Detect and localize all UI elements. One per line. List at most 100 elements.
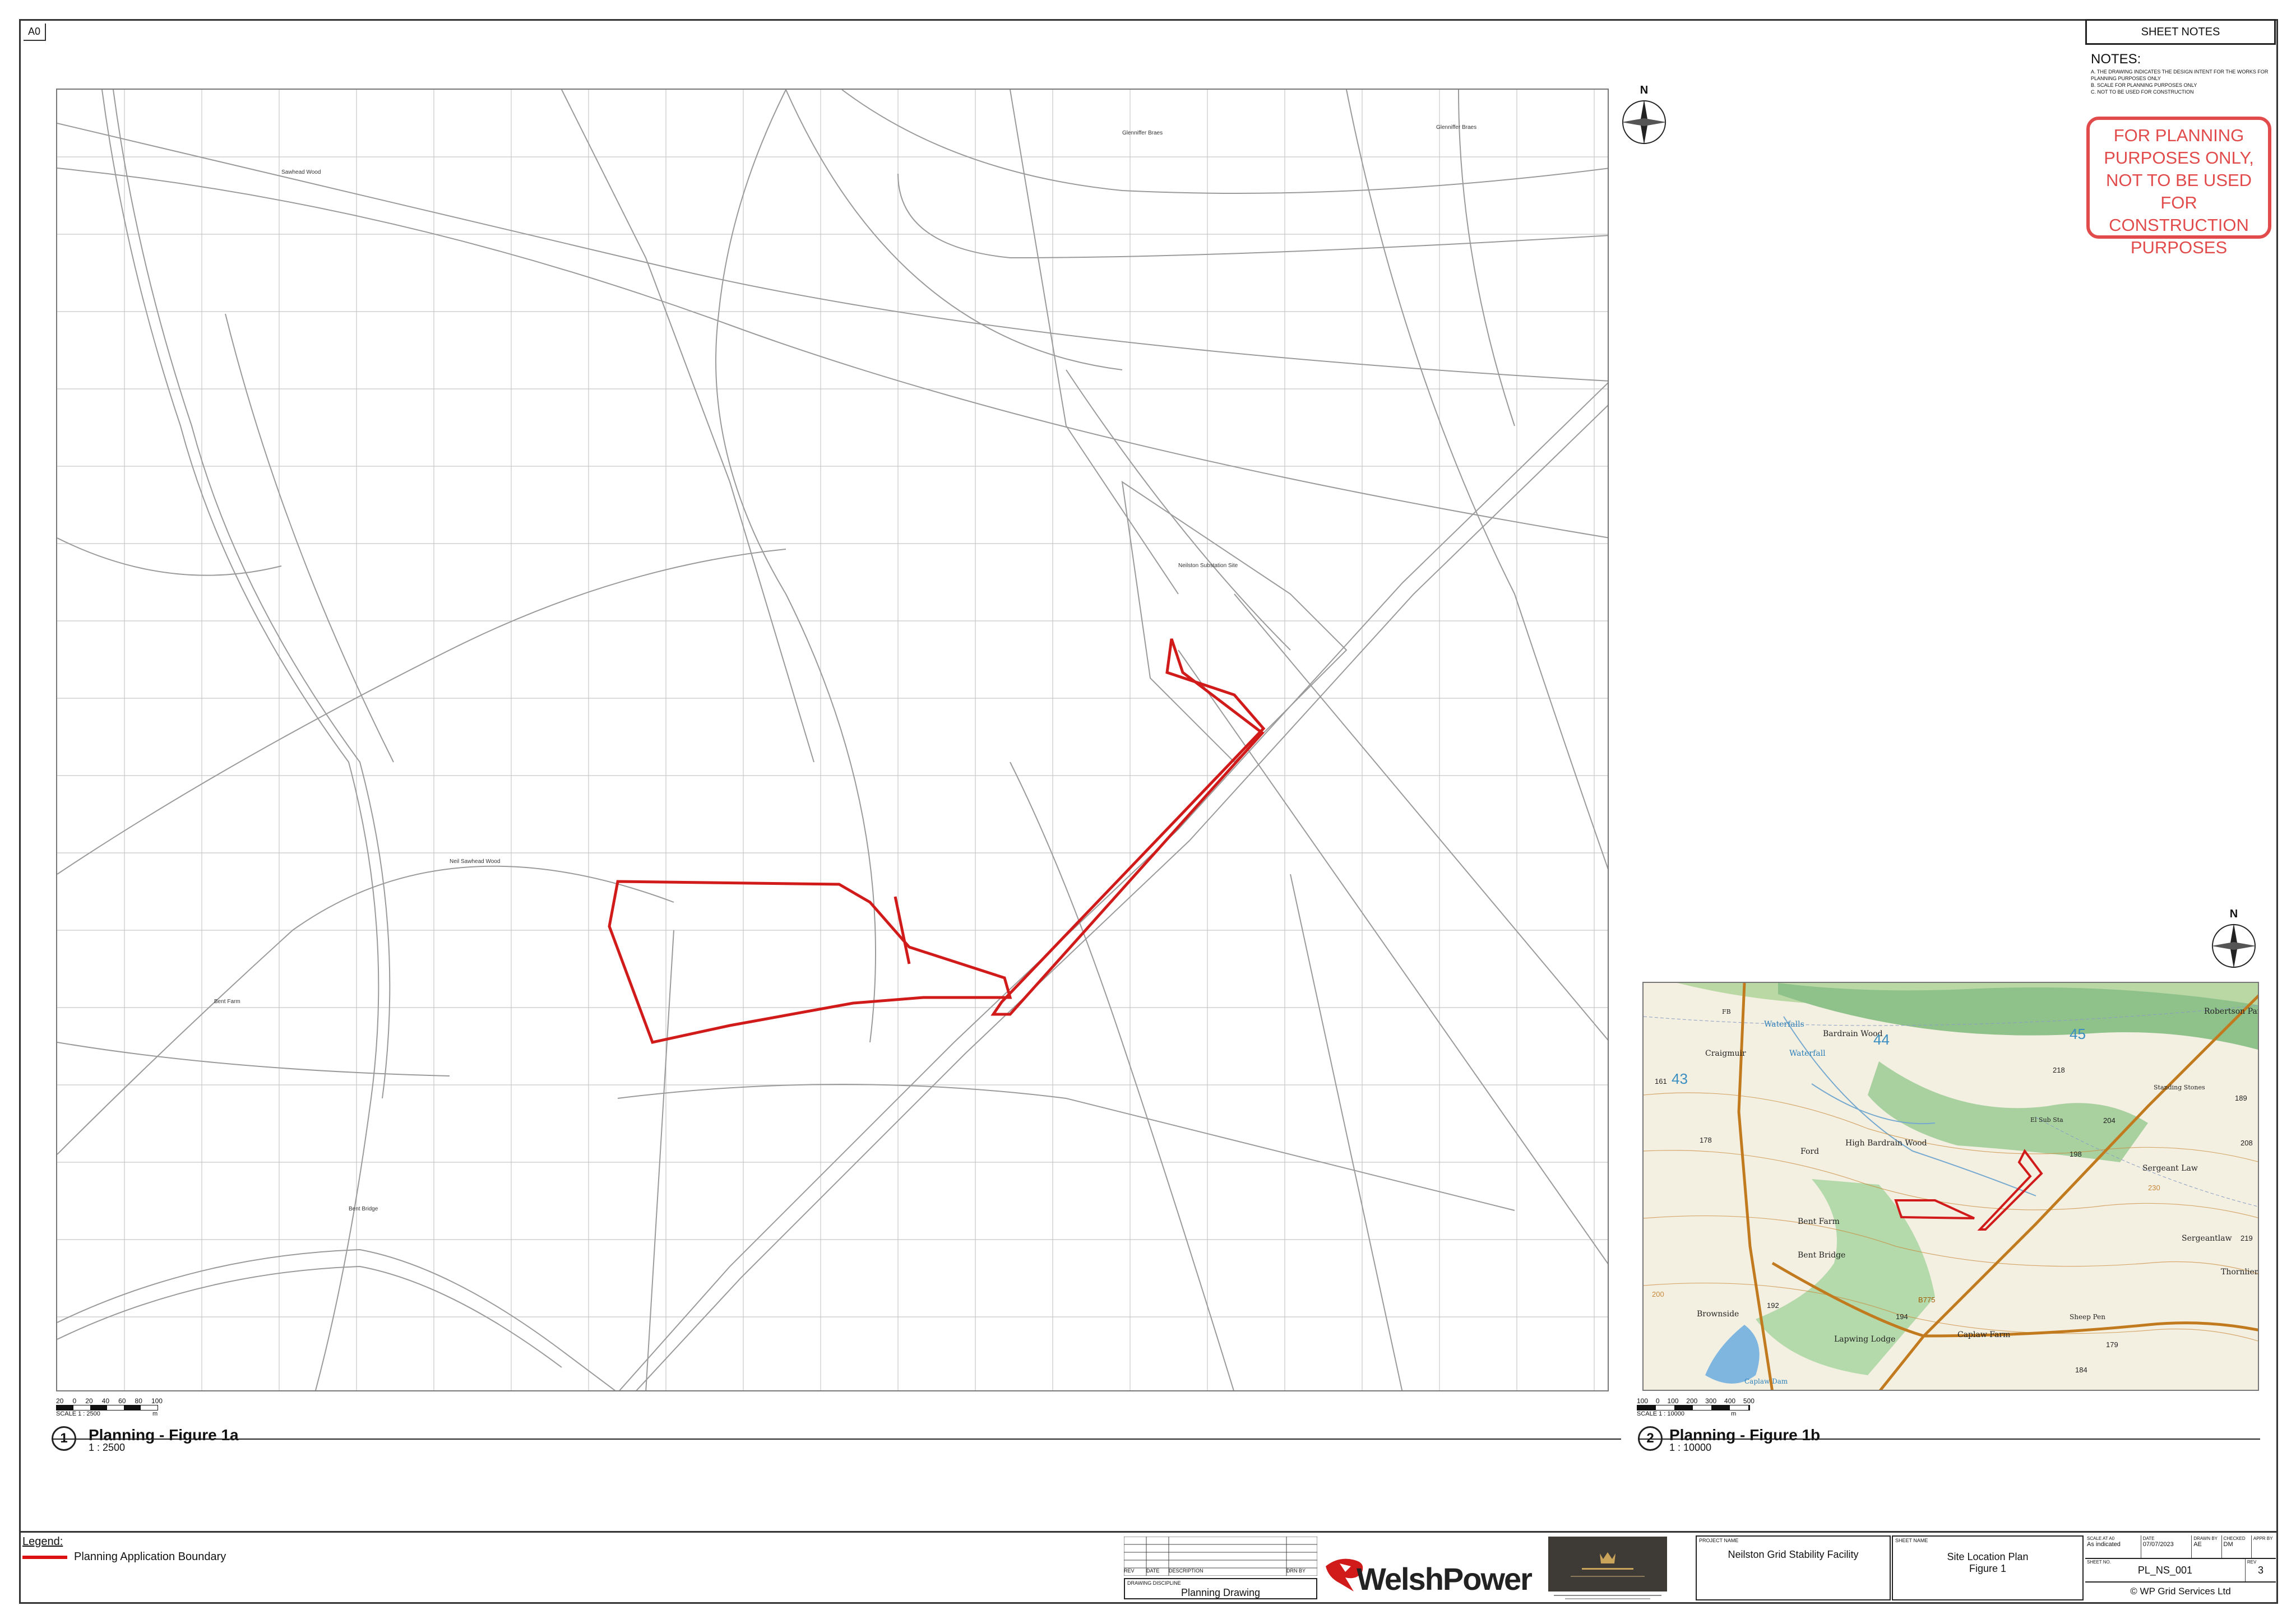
scale-tick: 0 [1655, 1397, 1660, 1405]
map-linework [57, 90, 1608, 1390]
scale-tick: 100 [1667, 1397, 1679, 1405]
info-label: REV [2247, 1560, 2257, 1565]
info-sheet-no-cell: SHEET NO. PL_NS_001 [2085, 1559, 2246, 1581]
info-label: APPR BY [2253, 1536, 2273, 1541]
stamp-line: FOR PLANNING [2113, 126, 2244, 145]
revision-headers: REV DATE DESCRIPTION DRN BY [1124, 1568, 1317, 1574]
project-label: PROJECT NAME [1699, 1538, 1739, 1543]
map-label: Brownside [1697, 1310, 1739, 1319]
rev-header: DRN BY [1286, 1568, 1306, 1574]
scale-tick: 500 [1743, 1397, 1755, 1405]
info-label: DRAWN BY [2193, 1536, 2218, 1541]
map-label: Thornliemu [2221, 1268, 2259, 1277]
map-label: High Bardrain Wood [1845, 1139, 1927, 1148]
spot-height: 204 [2103, 1116, 2116, 1125]
info-value: 07/07/2023 [2142, 1541, 2174, 1548]
scale-tick: 100 [1637, 1397, 1649, 1405]
spot-height: 218 [2053, 1066, 2065, 1074]
spot-height: 219 [2241, 1234, 2253, 1242]
scale-bar-1b: 100 0 100 200 300 400 500 SCALE 1 : 1000… [1637, 1397, 1805, 1417]
north-label: N [1640, 84, 1649, 96]
planning-boundary-1a [608, 638, 1266, 1044]
client-name-part2: Power [1442, 1561, 1533, 1597]
info-value: DM [2223, 1541, 2233, 1548]
revision-number: 3 [2257, 1565, 2263, 1576]
map-label: Caplaw Farm [1957, 1330, 2010, 1339]
sheet-name-line1: Site Location Plan [1947, 1551, 2029, 1562]
scale-tick: 0 [72, 1397, 77, 1405]
map-label: Sergeant Law [2142, 1164, 2198, 1173]
view-scale: 1 : 2500 [89, 1442, 126, 1453]
info-checked-cell: CHECKED DM [2222, 1535, 2252, 1558]
note-item: A. THE DRAWING INDICATES THE DESIGN INTE… [2091, 69, 2269, 81]
map-label: Ford [1800, 1147, 1819, 1156]
notes-list: A. THE DRAWING INDICATES THE DESIGN INTE… [2091, 68, 2276, 95]
sheet-number: PL_NS_001 [2137, 1565, 2192, 1576]
compass-icon [2211, 924, 2256, 968]
stamp-line: PURPOSES ONLY, [2104, 148, 2254, 168]
note-item: C. NOT TO BE USED FOR CONSTRUCTION [2091, 89, 2194, 95]
scale-tick: 300 [1705, 1397, 1717, 1405]
map-label: Bent Bridge [1798, 1251, 1845, 1260]
map-label: Craigmuir [1705, 1049, 1746, 1058]
legend-title: Legend: [22, 1535, 63, 1548]
sheet-name-label: SHEET NAME [1895, 1538, 1928, 1543]
client-logo: WelshPower [1323, 1544, 1536, 1600]
info-value: As indicated [2087, 1541, 2121, 1548]
north-arrow-1a: N [1619, 84, 1669, 151]
sheet-name-box: SHEET NAME Site Location Plan Figure 1 [1892, 1535, 2084, 1600]
map-label: Neilston Substation Site [1178, 563, 1238, 569]
project-name-box: PROJECT NAME Neilston Grid Stability Fac… [1696, 1535, 1891, 1600]
revision-table: REV DATE DESCRIPTION DRN BY DRAWING DISC… [1123, 1536, 1318, 1599]
info-label: CHECKED [2223, 1536, 2246, 1541]
map-label: Waterfall [1789, 1049, 1826, 1058]
info-label: SHEET NO. [2087, 1560, 2111, 1565]
note-item: B. SCALE FOR PLANNING PURPOSES ONLY [2091, 82, 2197, 88]
scale-tick: 80 [135, 1397, 142, 1405]
map-figure-1b[interactable]: Bardrain Wood Robertson Park Waterfalls … [1642, 982, 2259, 1391]
scale-caption: SCALE 1 : 10000 [1637, 1410, 1685, 1417]
map-label: Standing Stones [2154, 1084, 2205, 1091]
scale-unit: m [1731, 1410, 1737, 1417]
info-scale-cell: SCALE AT A0 As indicated [2085, 1535, 2141, 1558]
north-label: N [2229, 908, 2238, 920]
copyright: © WP Grid Services Ltd [2130, 1586, 2231, 1597]
road-label: B775 [1918, 1296, 1935, 1304]
crown-icon [1571, 1552, 1645, 1577]
spot-height: 161 [1655, 1077, 1667, 1085]
drawing-info: SCALE AT A0 As indicated DATE 07/07/2023… [2085, 1535, 2276, 1600]
rev-header: DATE [1146, 1568, 1160, 1574]
legend-label: Planning Application Boundary [74, 1551, 226, 1563]
scale-tick: 40 [101, 1397, 109, 1405]
map-figure-1a-labels: Glenniffer Braes Glenniffer Braes Sawhea… [214, 124, 1476, 1212]
scale-tick: 60 [118, 1397, 126, 1405]
info-drawn-cell: DRAWN BY AE [2192, 1535, 2222, 1558]
map-label: Sawhead Wood [281, 169, 321, 175]
map-figure-1a[interactable]: Glenniffer Braes Glenniffer Braes Sawhea… [56, 89, 1609, 1391]
spot-height: 184 [2075, 1366, 2087, 1374]
scale-caption: SCALE 1 : 2500 [56, 1410, 100, 1417]
info-date-cell: DATE 07/07/2023 [2141, 1535, 2192, 1558]
spot-height: 194 [1896, 1312, 1908, 1321]
spot-height: 230 [2148, 1184, 2160, 1192]
sheet-notes-title: SHEET NOTES [2085, 19, 2276, 45]
rev-header: DESCRIPTION [1169, 1568, 1203, 1574]
discipline-box: DRAWING DISCIPLINE Planning Drawing [1124, 1578, 1317, 1599]
discipline-value: Planning Drawing [1181, 1587, 1261, 1598]
map-label: Waterfalls [1764, 1020, 1804, 1029]
map-label: Robertson Park [2204, 1007, 2259, 1016]
spot-height: 200 [1652, 1290, 1664, 1298]
project-name: Neilston Grid Stability Facility [1728, 1549, 1859, 1560]
sheet-size-label: A0 [24, 24, 47, 41]
spot-height: 208 [2241, 1139, 2253, 1147]
scale-tick: 20 [85, 1397, 93, 1405]
compass-icon [1622, 100, 1667, 145]
scale-tick: 400 [1724, 1397, 1736, 1405]
map-label: Bent Farm [214, 999, 240, 1005]
legend: Legend: Planning Application Boundary [22, 1535, 226, 1563]
north-arrow-1b: N [2209, 908, 2259, 975]
info-label: DATE [2142, 1536, 2155, 1541]
title-strip-divider [19, 1531, 2278, 1533]
map-label: Sheep Pen [2070, 1313, 2105, 1321]
client-name: WelshPower [1357, 1561, 1533, 1597]
